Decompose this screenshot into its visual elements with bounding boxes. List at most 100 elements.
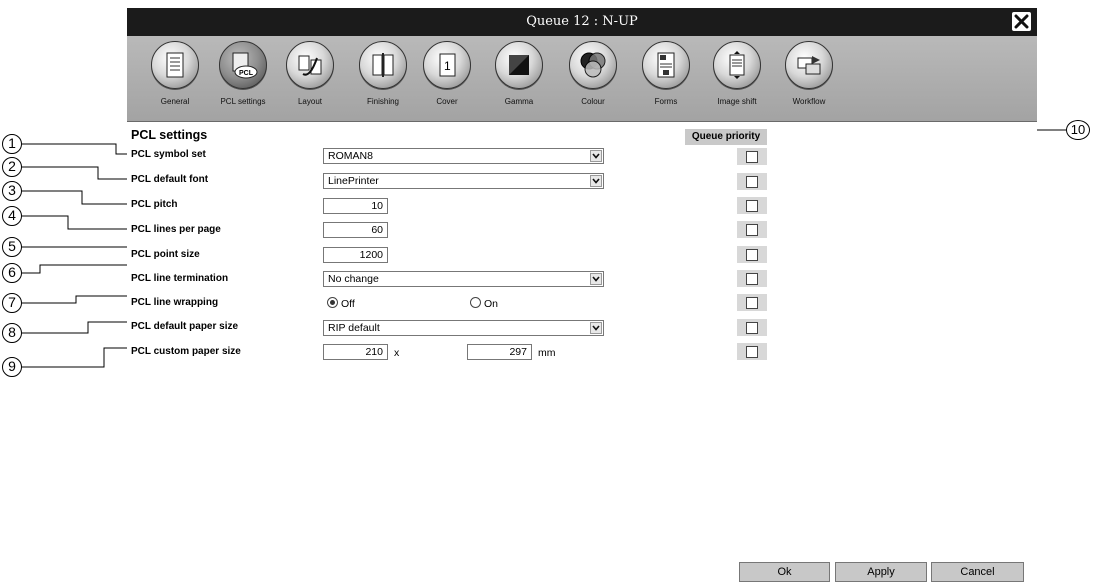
- svg-text:PCL: PCL: [239, 70, 254, 77]
- radio-on[interactable]: On: [470, 297, 498, 311]
- pcl-line-termination-select[interactable]: No change: [323, 271, 604, 287]
- tab-workflow[interactable]: Workflow: [773, 41, 845, 106]
- tab-general[interactable]: General: [139, 41, 211, 106]
- pcl-symbol-set-select[interactable]: ROMAN8: [323, 148, 604, 164]
- queue-priority-checkbox[interactable]: [746, 249, 758, 261]
- finishing-icon: [372, 53, 394, 77]
- tab-label: Workflow: [792, 97, 826, 106]
- callout-3: 3: [2, 181, 22, 201]
- queue-priority-checkbox[interactable]: [746, 322, 758, 334]
- queue-priority-cell: [737, 197, 767, 214]
- pcl-default-paper-size-label: PCL default paper size: [131, 321, 239, 332]
- settings-toolbar: General PCL PCL settings Layout Finishin…: [127, 36, 1037, 122]
- tab-label: Image shift: [717, 97, 757, 106]
- pcl-line-wrapping-radio-group: Off On: [327, 297, 577, 313]
- queue-priority-cell: [737, 294, 767, 311]
- tab-forms[interactable]: Forms: [630, 41, 702, 106]
- tab-label: Finishing: [366, 97, 399, 106]
- tab-gamma[interactable]: Gamma: [483, 41, 555, 106]
- queue-priority-checkbox[interactable]: [746, 200, 758, 212]
- queue-priority-cell: [737, 173, 767, 190]
- pcl-point-size-input[interactable]: 1200: [323, 247, 388, 263]
- pcl-lines-per-page-label: PCL lines per page: [131, 224, 221, 235]
- queue-priority-cell: [737, 221, 767, 238]
- queue-priority-checkbox[interactable]: [746, 297, 758, 309]
- svg-text:1: 1: [444, 59, 451, 73]
- radio-unchecked-icon: [470, 297, 481, 308]
- queue-priority-checkbox[interactable]: [746, 346, 758, 358]
- image-shift-icon: [729, 51, 745, 79]
- workflow-icon: [797, 56, 821, 75]
- tab-colour[interactable]: Colour: [557, 41, 629, 106]
- tab-label: PCL settings: [220, 97, 266, 106]
- ok-button[interactable]: Ok: [739, 562, 830, 582]
- pcl-default-font-select[interactable]: LinePrinter: [323, 173, 604, 189]
- callout-6: 6: [2, 263, 22, 283]
- tab-label: Gamma: [504, 97, 534, 106]
- custom-paper-height-input[interactable]: 297: [467, 344, 532, 360]
- window-title: Queue 12 : N-UP: [526, 14, 638, 29]
- colour-icon: [580, 52, 606, 78]
- tab-finishing[interactable]: Finishing: [347, 41, 419, 106]
- queue-priority-checkbox[interactable]: [746, 151, 758, 163]
- radio-label: On: [484, 298, 499, 310]
- callout-8: 8: [2, 323, 22, 343]
- chevron-down-icon: [590, 150, 602, 162]
- tab-label: General: [160, 97, 190, 106]
- tab-label: Cover: [436, 97, 458, 106]
- size-unit: mm: [538, 347, 556, 359]
- pcl-symbol-set-label: PCL symbol set: [131, 149, 206, 160]
- pcl-default-paper-size-select[interactable]: RIP default: [323, 320, 604, 336]
- queue-priority-cell: [737, 270, 767, 287]
- tab-image-shift[interactable]: Image shift: [701, 41, 773, 106]
- close-button[interactable]: [1012, 12, 1031, 31]
- callout-7: 7: [2, 293, 22, 313]
- pcl-line-wrapping-label: PCL line wrapping: [131, 297, 219, 308]
- callout-4: 4: [2, 206, 22, 226]
- tab-label: Colour: [581, 97, 605, 106]
- tab-label: Layout: [297, 97, 323, 106]
- cancel-button[interactable]: Cancel: [931, 562, 1024, 582]
- queue-priority-header: Queue priority: [685, 129, 767, 145]
- custom-paper-width-input[interactable]: 210: [323, 344, 388, 360]
- callout-1: 1: [2, 134, 22, 154]
- pcl-lines-per-page-input[interactable]: 60: [323, 222, 388, 238]
- selected-value: RIP default: [328, 322, 380, 334]
- callout-2: 2: [2, 157, 22, 177]
- selected-value: ROMAN8: [328, 150, 373, 162]
- chevron-down-icon: [590, 322, 602, 334]
- apply-button[interactable]: Apply: [835, 562, 927, 582]
- pcl-pitch-input[interactable]: 10: [323, 198, 388, 214]
- queue-priority-cell: [737, 246, 767, 263]
- queue-priority-cell: [737, 148, 767, 165]
- pcl-pitch-label: PCL pitch: [131, 199, 178, 210]
- tab-cover[interactable]: 1 Cover: [411, 41, 483, 106]
- chevron-down-icon: [590, 175, 602, 187]
- radio-off[interactable]: Off: [327, 297, 355, 311]
- selected-value: LinePrinter: [328, 175, 379, 187]
- radio-label: Off: [341, 298, 355, 310]
- queue-priority-cell: [737, 319, 767, 336]
- callout-9: 9: [2, 357, 22, 377]
- cover-icon: 1: [439, 53, 456, 77]
- pcl-custom-paper-size-label: PCL custom paper size: [131, 346, 241, 357]
- pcl-default-font-label: PCL default font: [131, 174, 209, 185]
- queue-priority-checkbox[interactable]: [746, 273, 758, 285]
- chevron-down-icon: [590, 273, 602, 285]
- callout-5: 5: [2, 237, 22, 257]
- selected-value: No change: [328, 273, 379, 285]
- layout-icon: [298, 55, 322, 76]
- tab-label: Forms: [654, 97, 678, 106]
- queue-priority-checkbox[interactable]: [746, 176, 758, 188]
- radio-checked-icon: [327, 297, 338, 308]
- panel-heading: PCL settings: [131, 128, 208, 142]
- size-separator: x: [394, 347, 400, 359]
- gamma-icon: [509, 55, 529, 75]
- tab-layout[interactable]: Layout: [274, 41, 346, 106]
- forms-icon: [657, 52, 675, 78]
- close-icon: [1014, 14, 1029, 29]
- tab-pcl-settings[interactable]: PCL PCL settings: [207, 41, 279, 106]
- pcl-settings-icon: PCL: [232, 52, 258, 79]
- pcl-point-size-label: PCL point size: [131, 249, 200, 260]
- queue-priority-checkbox[interactable]: [746, 224, 758, 236]
